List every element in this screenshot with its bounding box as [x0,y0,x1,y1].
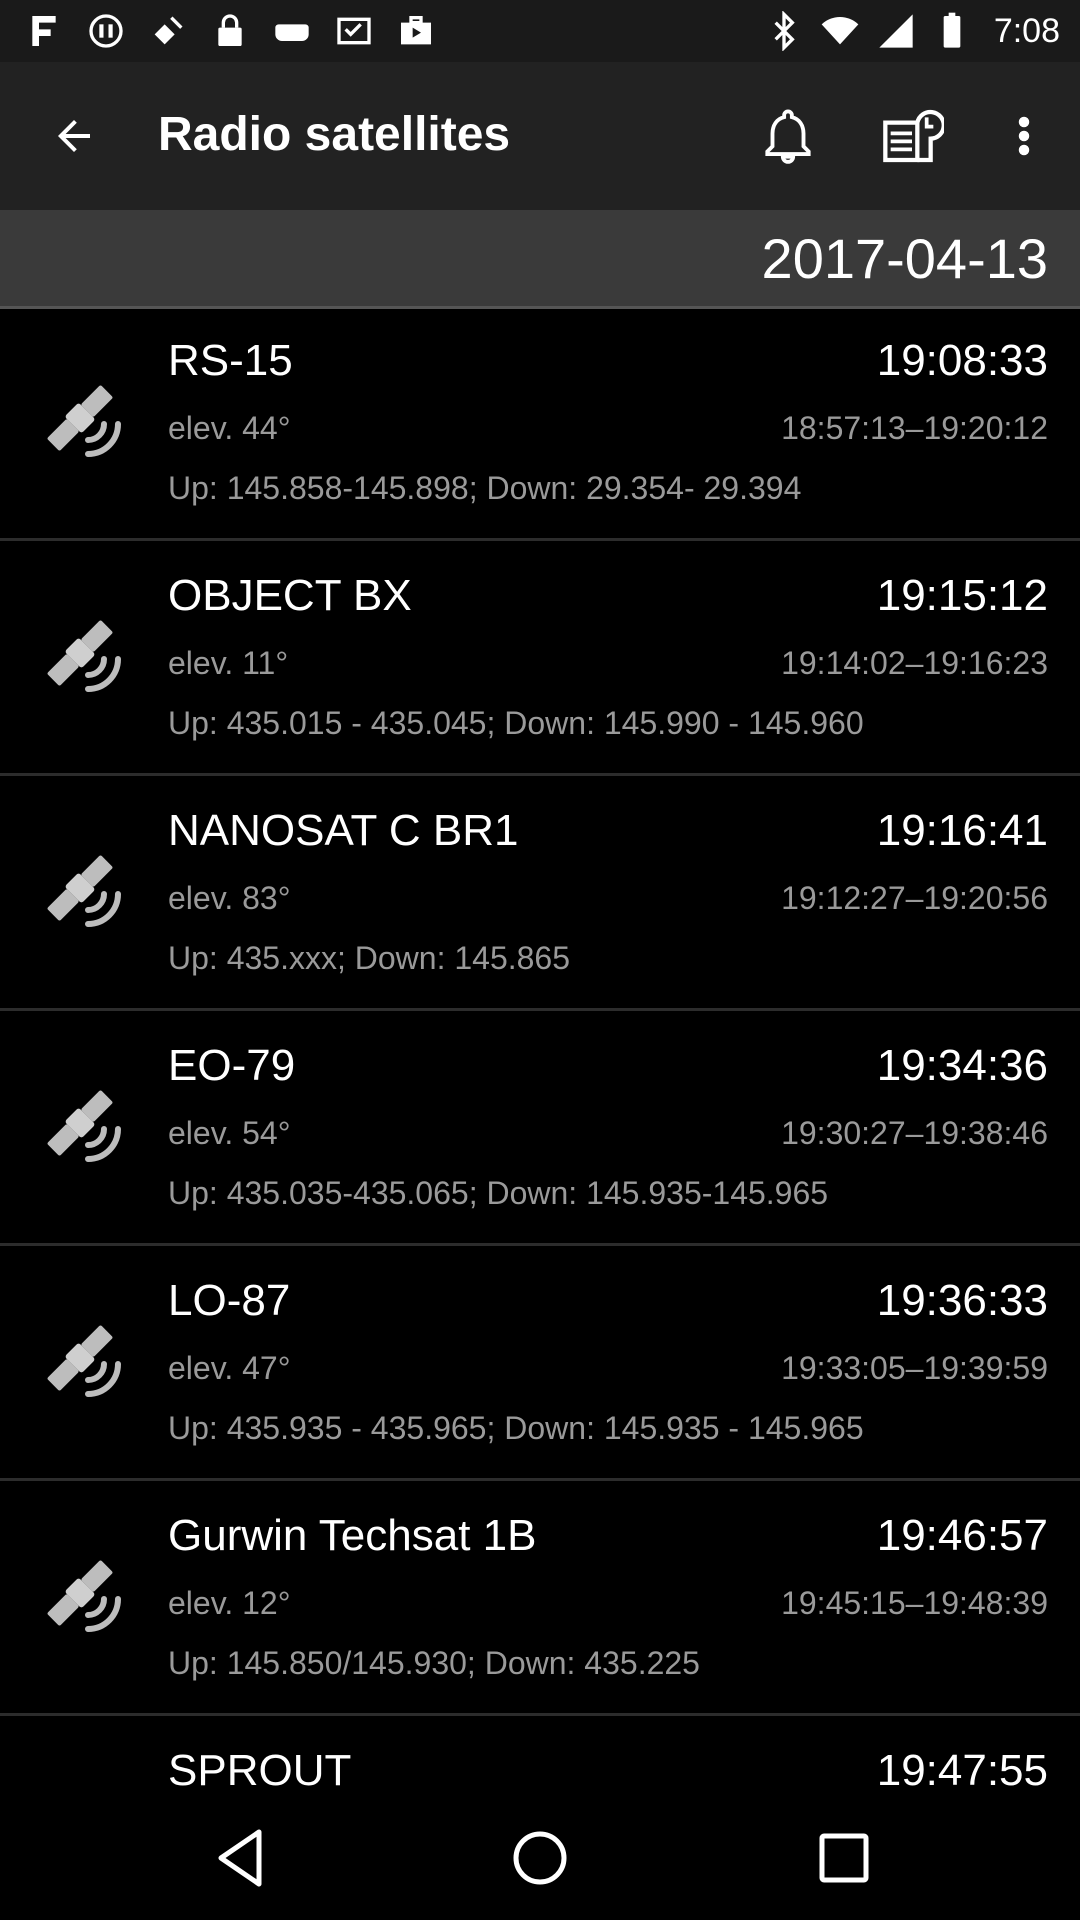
list-item[interactable]: RS-15 19:08:33 elev. 44° 18:57:13–19:20:… [0,306,1080,541]
satellite-name: OBJECT BX [168,571,412,620]
elevation: elev. 12° [168,1585,291,1621]
satellite-icon [148,11,188,51]
app-bar: Radio satellites [0,62,1080,210]
status-bar: 7:08 [0,0,1080,62]
status-right-icons: 7:08 [764,11,1080,51]
more-options-button[interactable] [1004,100,1044,172]
satellite-name: SPROUT [168,1746,352,1794]
elevation: elev. 47° [168,1350,291,1386]
date-label: 2017-04-13 [761,227,1048,290]
nav-recent-icon [819,1833,869,1883]
satellite-pass-list[interactable]: RS-15 19:08:33 elev. 44° 18:57:13–19:20:… [0,306,1080,1794]
pass-window: 19:14:02–19:16:23 [781,645,1048,681]
list-item[interactable]: EO-79 19:34:36 elev. 54° 19:30:27–19:38:… [0,1011,1080,1246]
elevation: elev. 54° [168,1115,291,1151]
inbox-icon [334,11,374,51]
satellite-name: RS-15 [168,336,293,385]
frequencies: Up: 145.850/145.930; Down: 435.225 [168,1645,700,1681]
satellite-icon [30,1308,130,1408]
play-store-icon [396,11,436,51]
satellite-icon [30,603,130,703]
notifications-button[interactable] [752,100,824,172]
pass-time: 19:46:57 [876,1511,1048,1560]
nav-home-icon [513,1831,567,1885]
bell-icon [765,109,811,164]
date-section-header: 2017-04-13 [0,210,1080,309]
pass-window: 19:33:05–19:39:59 [781,1350,1048,1386]
pass-window: 18:57:13–19:20:12 [781,410,1048,446]
elevation: elev. 83° [168,880,291,916]
bluetooth-icon [764,11,804,51]
nav-recent-button[interactable] [808,1822,880,1894]
pass-window: 19:30:27–19:38:46 [781,1115,1048,1151]
pass-time: 19:15:12 [876,571,1048,620]
more-vert-icon [1018,116,1030,156]
game-icon [272,11,312,51]
battery-icon [932,11,972,51]
pass-time: 19:34:36 [876,1041,1048,1090]
back-button[interactable] [40,102,108,170]
pass-time: 19:08:33 [876,336,1048,385]
news-button[interactable] [876,100,948,172]
pass-time: 19:36:33 [876,1276,1048,1325]
news-icon [883,109,944,163]
satellite-name: EO-79 [168,1041,296,1090]
list-item[interactable]: OBJECT BX 19:15:12 elev. 11° 19:14:02–19… [0,541,1080,776]
pass-window: 19:45:15–19:48:39 [781,1585,1048,1621]
wifi-icon [820,11,860,51]
star-icon [24,11,64,51]
list-item[interactable]: LO-87 19:36:33 elev. 47° 19:33:05–19:39:… [0,1246,1080,1481]
page-title: Radio satellites [158,108,511,161]
satellite-name: Gurwin Techsat 1B [168,1511,537,1560]
pass-window: 19:12:27–19:20:56 [781,880,1048,916]
elevation: elev. 44° [168,410,291,446]
system-nav-bar [0,1794,1080,1920]
list-item[interactable]: NANOSAT C BR1 19:16:41 elev. 83° 19:12:2… [0,776,1080,1011]
signal-icon [876,11,916,51]
satellite-icon [30,1778,130,1794]
list-item[interactable]: SPROUT 19:47:55 [0,1716,1080,1794]
satellite-icon [30,1543,130,1643]
pass-time: 19:16:41 [876,806,1048,855]
nav-back-icon [218,1829,262,1887]
status-left-icons [0,11,436,51]
frequencies: Up: 435.935 - 435.965; Down: 145.935 - 1… [168,1410,864,1446]
elevation: elev. 11° [168,645,289,681]
satellite-name: NANOSAT C BR1 [168,806,519,855]
back-arrow-icon [58,120,90,152]
nav-back-button[interactable] [205,1822,277,1894]
status-time: 7:08 [993,11,1060,50]
satellite-icon [30,368,130,468]
satellite-icon [30,838,130,938]
pass-time: 19:47:55 [876,1746,1048,1794]
list-item[interactable]: Gurwin Techsat 1B 19:46:57 elev. 12° 19:… [0,1481,1080,1716]
lock-icon [210,11,250,51]
frequencies: Up: 435.015 - 435.045; Down: 145.990 - 1… [168,705,864,741]
sync-icon [86,11,126,51]
frequencies: Up: 435.035-435.065; Down: 145.935-145.9… [168,1175,829,1211]
satellite-icon [30,1073,130,1173]
frequencies: Up: 435.xxx; Down: 145.865 [168,940,571,976]
satellite-name: LO-87 [168,1276,291,1325]
frequencies: Up: 145.858-145.898; Down: 29.354- 29.39… [168,470,802,506]
nav-home-button[interactable] [504,1822,576,1894]
